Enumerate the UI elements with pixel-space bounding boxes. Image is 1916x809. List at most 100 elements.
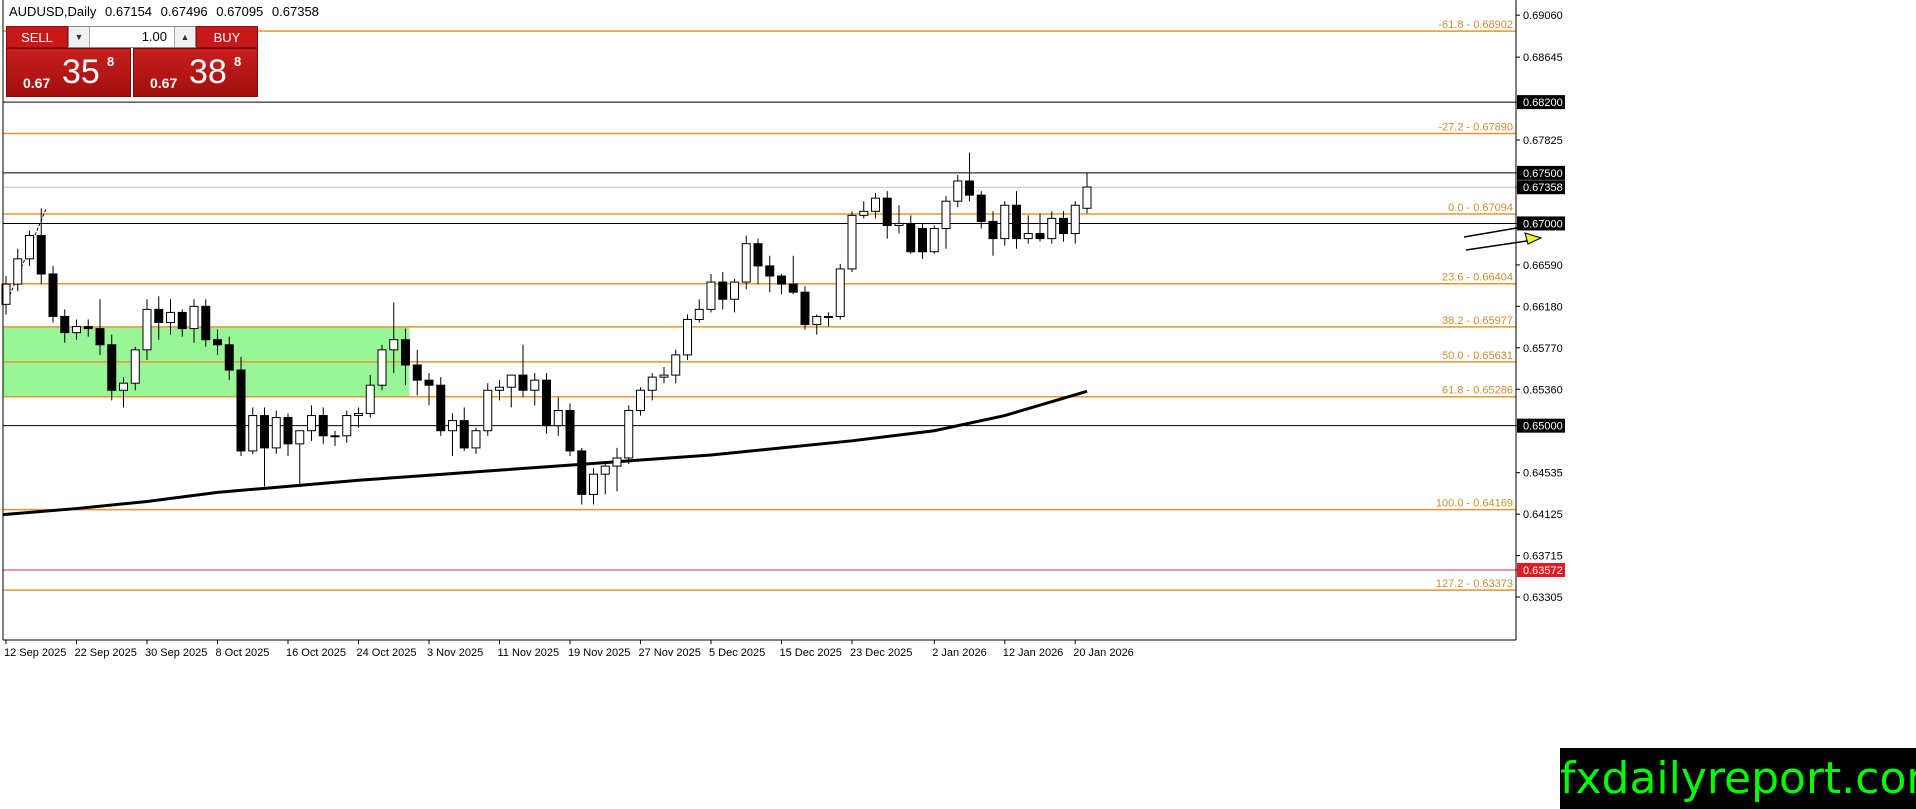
x-tick-label: 16 Oct 2025: [286, 647, 346, 659]
candle-body-bullish: [671, 354, 681, 376]
candle-body-bullish: [835, 268, 845, 317]
candle-body-bearish: [906, 222, 916, 253]
candle[interactable]: [201, 299, 211, 347]
candle-body-bullish: [271, 417, 281, 449]
brand-watermark: fxdailyreport.com: [1560, 748, 1916, 809]
candle-body-bearish: [60, 315, 70, 334]
candle-body-bullish: [354, 413, 363, 417]
ohlc-low: 0.67095: [216, 4, 264, 19]
candle-body-bullish: [448, 420, 457, 432]
candle[interactable]: [436, 377, 446, 436]
candle-body-bullish: [1082, 186, 1092, 209]
y-tick-label: 0.69060: [1523, 10, 1563, 22]
sell-price-button[interactable]: 0.67 35 8: [6, 48, 131, 97]
x-tick-label: 30 Sep 2025: [145, 647, 207, 659]
candle-body-bearish: [1035, 233, 1045, 240]
y-tick-label: 0.63305: [1523, 592, 1563, 604]
candle-body-bearish: [436, 384, 446, 432]
x-tick-label: 23 Dec 2025: [850, 647, 912, 659]
lot-size-field[interactable]: ▼ 1.00 ▲: [68, 26, 196, 48]
candle[interactable]: [483, 383, 493, 436]
price-chart[interactable]: -61.8 - 0.68902 -27.2 - 0.67890 0.0 - 0.67…: [0, 0, 1916, 809]
y-tick-label: 0.65000: [1523, 421, 1563, 433]
candle-body-bullish: [1023, 233, 1033, 240]
y-tick-label: 0.65360: [1523, 384, 1563, 396]
ohlc-high: 0.67496: [160, 4, 208, 19]
candle-body-bearish: [976, 194, 986, 222]
candle-body-bearish: [318, 415, 328, 437]
candle-body-bullish: [859, 210, 869, 216]
candle[interactable]: [1000, 201, 1010, 246]
candle[interactable]: [377, 344, 387, 391]
y-tick-label: 0.68645: [1523, 52, 1563, 64]
buy-price-pips: 38: [189, 53, 227, 91]
candle-body-bullish: [377, 349, 387, 386]
buy-price-button[interactable]: 0.67 38 8: [133, 48, 258, 97]
candle-body-bearish: [36, 235, 46, 275]
sell-button[interactable]: SELL: [6, 26, 68, 48]
candle-body-bullish: [636, 389, 645, 411]
candle[interactable]: [847, 211, 857, 272]
candle-body-bearish: [788, 283, 798, 293]
candle-body-bullish: [307, 415, 316, 432]
candle-body-bearish: [177, 311, 187, 330]
candle-body-bearish: [1012, 204, 1021, 240]
lot-decrease-icon[interactable]: ▼: [69, 27, 90, 47]
x-tick-label: 19 Nov 2025: [568, 647, 630, 659]
candle-body-bearish: [753, 243, 763, 267]
x-tick-label: 3 Nov 2025: [427, 647, 483, 659]
y-tick-label: 0.63572: [1523, 565, 1563, 577]
y-tick-label: 0.66180: [1523, 301, 1563, 313]
symbol-info: AUDUSD,Daily 0.67154 0.67496 0.67095 0.6…: [9, 4, 324, 19]
ohlc-close: 0.67358: [271, 4, 319, 19]
candle-body-bearish: [542, 379, 551, 427]
candle[interactable]: [107, 334, 117, 401]
buy-button[interactable]: BUY: [196, 26, 258, 48]
candle-body-bearish: [577, 450, 587, 495]
sell-price-prefix: 0.67: [23, 75, 51, 91]
candle-body-bullish: [694, 308, 704, 320]
candle-body-bullish: [119, 382, 128, 391]
lot-size-value[interactable]: 1.00: [91, 27, 173, 47]
candle[interactable]: [741, 235, 751, 290]
candle[interactable]: [624, 405, 634, 465]
candle-body-bullish: [389, 339, 399, 351]
candle-body-bullish: [495, 386, 504, 391]
x-tick-label: 24 Oct 2025: [357, 647, 417, 659]
candle-body-bullish: [706, 281, 716, 310]
candle[interactable]: [929, 225, 939, 254]
candle[interactable]: [542, 373, 551, 434]
candle-body-bearish: [424, 379, 434, 386]
candle[interactable]: [835, 263, 845, 320]
candle-body-bearish: [459, 420, 469, 449]
lot-increase-icon[interactable]: ▲: [174, 27, 195, 47]
x-tick-label: 27 Nov 2025: [639, 647, 701, 659]
fib-level-label: 61.8 - 0.65286: [1442, 385, 1513, 397]
candle-body-bearish: [765, 265, 775, 277]
candle-body-bearish: [412, 364, 422, 381]
y-tick-label: 0.68200: [1523, 97, 1563, 109]
candle[interactable]: [565, 403, 575, 456]
candle[interactable]: [800, 286, 810, 330]
candle-body-bullish: [612, 457, 622, 467]
candle[interactable]: [236, 356, 246, 456]
chart-area[interactable]: -61.8 - 0.68902 -27.2 - 0.67890 0.0 - 0.67…: [0, 0, 1916, 809]
candle-body-bullish: [659, 374, 669, 378]
candle-body-bullish: [553, 409, 563, 427]
candle-body-bullish: [1000, 204, 1010, 240]
sell-price-fraction: 8: [107, 54, 115, 69]
candle-body-bullish: [1047, 217, 1057, 240]
candle[interactable]: [683, 314, 692, 360]
candle-body-bearish: [565, 409, 575, 452]
candle-body-bullish: [506, 374, 516, 388]
y-tick-label: 0.64535: [1523, 468, 1563, 480]
fib-level-label: 127.2 - 0.63373: [1436, 578, 1513, 590]
candle-body-bullish: [741, 243, 751, 283]
x-tick-label: 22 Sep 2025: [75, 647, 137, 659]
candle-body-bullish: [812, 315, 822, 326]
candle-body-bullish: [871, 197, 880, 212]
candle-body-bearish: [213, 339, 222, 346]
candle[interactable]: [48, 265, 58, 323]
candle-body-bullish: [142, 308, 152, 351]
sell-price-pips: 35: [62, 53, 100, 91]
